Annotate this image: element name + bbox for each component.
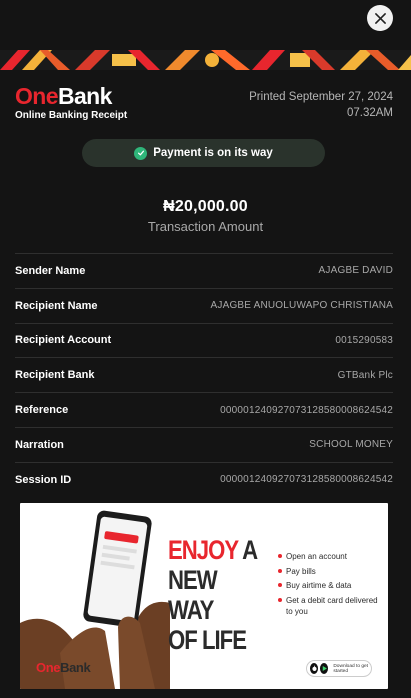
promo-headline-part2: NEW WAY [168,565,218,625]
promo-headline-part1: A [237,535,258,565]
detail-value: SCHOOL MONEY [309,439,393,451]
close-button[interactable] [367,5,393,31]
detail-row-session-id: Session ID 00000124092707312858000862454… [15,461,393,497]
promo-logo-bank: Bank [60,660,91,675]
transaction-details: Sender Name AJAGBE DAVID Recipient Name … [15,253,393,497]
transaction-amount: ₦20,000.00 [163,198,248,215]
promo-feature-item: Open an account [278,551,384,562]
payment-status-text: Payment is on its way [153,147,273,159]
logo-one: One [15,83,59,109]
logo-bank: Bank [57,83,112,109]
receipt-header: OneBank Online Banking Receipt Printed S… [15,83,393,123]
detail-value: GTBank Plc [337,369,393,381]
onebank-logo: OneBank [15,83,112,109]
promo-logo-one: One [36,660,61,675]
transaction-amount-label: Transaction Amount [147,219,264,234]
detail-value: AJAGBE ANUOLUWAPO CHRISTIANA [210,300,393,312]
detail-label: Recipient Bank [15,369,95,382]
check-circle-icon [134,146,148,160]
detail-row-recipient-account: Recipient Account 0015290583 [15,322,393,358]
promo-headline-red: ENJOY [168,535,239,565]
detail-value: 000001240927073128580008624542 [220,404,393,416]
detail-value: 0015290583 [335,334,393,346]
close-icon [374,12,386,24]
promo-feature-item: Pay bills [278,566,384,577]
promo-feature-list: Open an account Pay bills Buy airtime & … [278,551,384,620]
detail-value: AJAGBE DAVID [318,265,393,277]
payment-status-badge: Payment is on its way [82,139,325,167]
printed-timestamp: Printed September 27, 2024 07.32AM [249,89,393,121]
promo-onebank-logo: OneBank [36,660,91,675]
detail-row-recipient-name: Recipient Name AJAGBE ANUOLUWAPO CHRISTI… [15,287,393,323]
apple-icon [310,663,319,674]
promo-feature-item: Buy airtime & data [278,580,384,591]
detail-label: Sender Name [15,264,86,277]
detail-label: Session ID [15,473,72,486]
detail-label: Narration [15,438,64,451]
promo-banner[interactable]: ENJOY A NEW WAY OF LIFE Open an account … [20,503,388,689]
download-store-badge[interactable]: Download to get started [306,660,372,677]
printed-time: 07.32AM [346,107,393,119]
decorative-pattern-banner [0,50,411,70]
detail-row-recipient-bank: Recipient Bank GTBank Plc [15,357,393,392]
play-store-icon [320,663,329,674]
detail-label: Recipient Name [15,299,98,312]
printed-date: Printed September 27, 2024 [249,91,393,103]
detail-row-reference: Reference 000001240927073128580008624542 [15,392,393,427]
detail-label: Recipient Account [15,334,112,347]
promo-headline: ENJOY A NEW WAY OF LIFE [168,535,258,655]
receipt-subtitle: Online Banking Receipt [15,110,128,121]
promo-feature-item: Get a debit card delivered to you [278,595,384,617]
detail-label: Reference [15,404,69,417]
detail-row-sender-name: Sender Name AJAGBE DAVID [15,253,393,288]
detail-row-narration: Narration SCHOOL MONEY [15,426,393,462]
download-text: Download to get started [333,663,369,674]
promo-headline-part3: OF LIFE [168,625,247,655]
detail-value: 000001240927073128580008624542 [220,474,393,486]
